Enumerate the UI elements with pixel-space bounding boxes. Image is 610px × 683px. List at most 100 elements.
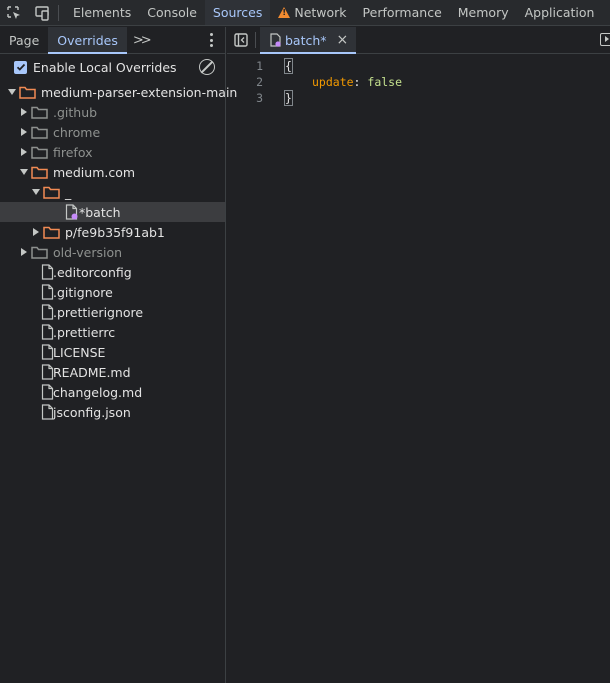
folder-icon xyxy=(43,226,60,239)
tree-file[interactable]: *batch xyxy=(0,202,225,222)
folder-icon xyxy=(31,126,48,139)
line-number: 3 xyxy=(256,91,263,105)
tab-page[interactable]: Page xyxy=(0,27,48,53)
tree-folder[interactable]: medium.com xyxy=(0,162,225,182)
tree-item-label: *batch xyxy=(79,204,121,220)
enable-overrides-row: Enable Local Overrides xyxy=(0,54,225,80)
code-text: } xyxy=(284,90,293,106)
checkmark-icon xyxy=(16,63,25,71)
expand-arrow-down-icon[interactable] xyxy=(8,89,16,95)
enable-overrides-checkbox[interactable] xyxy=(14,60,27,74)
expand-arrow-down-icon[interactable] xyxy=(20,169,28,175)
tree-file[interactable]: README.md xyxy=(0,362,225,382)
tab-network[interactable]: Network xyxy=(270,0,354,25)
editor-tab-separator xyxy=(255,32,256,48)
tree-item-label: README.md xyxy=(53,364,131,380)
tree-item-label: changelog.md xyxy=(53,384,143,400)
tree-item-label: .prettierignore xyxy=(53,304,144,320)
code-editor[interactable]: 1 { 2 update: false 3 } xyxy=(227,58,610,106)
modified-file-icon xyxy=(270,33,281,47)
toggle-navigator-icon[interactable] xyxy=(227,27,255,53)
tab-overrides[interactable]: Overrides xyxy=(48,27,127,54)
tree-item-label: .gitignore xyxy=(53,284,113,300)
tree-file[interactable]: changelog.md xyxy=(0,382,225,402)
tab-application[interactable]: Application xyxy=(517,0,603,25)
navigator-pane: Page Overrides >> Enable Local Overrides… xyxy=(0,27,237,683)
tree-folder[interactable]: p/fe9b35f91ab1 xyxy=(0,222,225,242)
tree-item-label: .editorconfig xyxy=(53,264,132,280)
enable-overrides-label: Enable Local Overrides xyxy=(33,59,177,75)
tree-file[interactable]: .prettierrc xyxy=(0,322,225,342)
tab-memory[interactable]: Memory xyxy=(450,0,517,25)
tree-folder[interactable]: medium-parser-extension-main xyxy=(0,82,237,102)
tree-item-label: p/fe9b35f91ab1 xyxy=(65,224,165,240)
tree-file[interactable]: .gitignore xyxy=(0,282,225,302)
code-text: { xyxy=(284,58,293,74)
tree-item-label: medium.com xyxy=(53,164,136,180)
clear-overrides-icon[interactable] xyxy=(199,59,215,75)
close-tab-icon[interactable]: × xyxy=(337,32,349,48)
tab-label: Elements xyxy=(73,5,132,20)
tree-item-label: firefox xyxy=(53,144,93,160)
more-tabs-chevron-icon[interactable]: >> xyxy=(127,33,155,48)
tree-file[interactable]: .prettierignore xyxy=(0,302,225,322)
tab-label: Performance xyxy=(362,5,442,20)
tab-elements[interactable]: Elements xyxy=(65,0,139,25)
json-separator: : xyxy=(353,75,368,89)
folder-icon xyxy=(31,166,48,179)
folder-icon xyxy=(19,86,36,99)
modified-file-icon xyxy=(65,204,78,220)
expand-arrow-down-icon[interactable] xyxy=(32,189,40,195)
devtools-tab-bar: Elements Console Sources Network Performance… xyxy=(0,0,610,26)
tree-item-label: .prettierrc xyxy=(53,324,116,340)
expand-arrow-right-icon[interactable] xyxy=(21,248,27,256)
toggle-debugger-icon[interactable] xyxy=(600,33,610,46)
tree-item-label: LICENSE xyxy=(53,344,106,360)
editor-tab-bar: batch* × xyxy=(227,27,610,54)
tab-console[interactable]: Console xyxy=(139,0,205,25)
editor-tab-label: batch* xyxy=(285,32,327,48)
code-line: 3 } xyxy=(227,90,610,106)
tab-sources[interactable]: Sources xyxy=(204,0,271,25)
toolbar-separator xyxy=(58,4,59,21)
folder-icon xyxy=(31,146,48,159)
more-options-icon[interactable] xyxy=(209,33,213,47)
code-line: 1 { xyxy=(227,58,610,74)
tree-folder[interactable]: firefox xyxy=(0,142,225,162)
tab-label: Sources xyxy=(212,5,263,20)
expand-arrow-right-icon[interactable] xyxy=(21,128,27,136)
tree-file[interactable]: jsconfig.json xyxy=(0,402,225,422)
editor-tab-batch[interactable]: batch* × xyxy=(260,27,357,54)
tree-item-label: chrome xyxy=(53,124,101,140)
code-text: update: false xyxy=(312,75,402,89)
inspect-element-icon[interactable] xyxy=(0,0,28,25)
tree-folder[interactable]: .github xyxy=(0,102,225,122)
tree-folder[interactable]: _ xyxy=(0,182,225,202)
expand-arrow-right-icon[interactable] xyxy=(21,108,27,116)
folder-icon xyxy=(43,186,60,199)
code-line: 2 update: false xyxy=(227,74,610,90)
tree-item-label: medium-parser-extension-main xyxy=(41,84,238,100)
expand-arrow-right-icon[interactable] xyxy=(21,148,27,156)
folder-icon xyxy=(31,106,48,119)
device-toolbar-icon[interactable] xyxy=(28,0,56,25)
folder-icon xyxy=(31,246,48,259)
tree-item-label: .github xyxy=(53,104,98,120)
tab-label: Console xyxy=(147,5,197,20)
file-tree: medium-parser-extension-main .github chrom… xyxy=(0,82,237,422)
tab-performance[interactable]: Performance xyxy=(355,0,450,25)
tab-label: Application xyxy=(524,5,595,20)
tree-file[interactable]: .editorconfig xyxy=(0,262,225,282)
tree-file[interactable]: LICENSE xyxy=(0,342,225,362)
tab-label: Network xyxy=(294,5,347,20)
line-number: 2 xyxy=(256,75,263,89)
tree-folder[interactable]: chrome xyxy=(0,122,225,142)
navigator-tabs: Page Overrides >> xyxy=(0,27,225,54)
tree-item-label: _ xyxy=(65,184,72,200)
json-value: false xyxy=(367,75,403,89)
expand-arrow-right-icon[interactable] xyxy=(33,228,39,236)
line-number: 1 xyxy=(256,59,263,73)
tab-label: Memory xyxy=(457,5,509,20)
tree-folder[interactable]: old-version xyxy=(0,242,225,262)
json-key: update xyxy=(312,75,354,89)
